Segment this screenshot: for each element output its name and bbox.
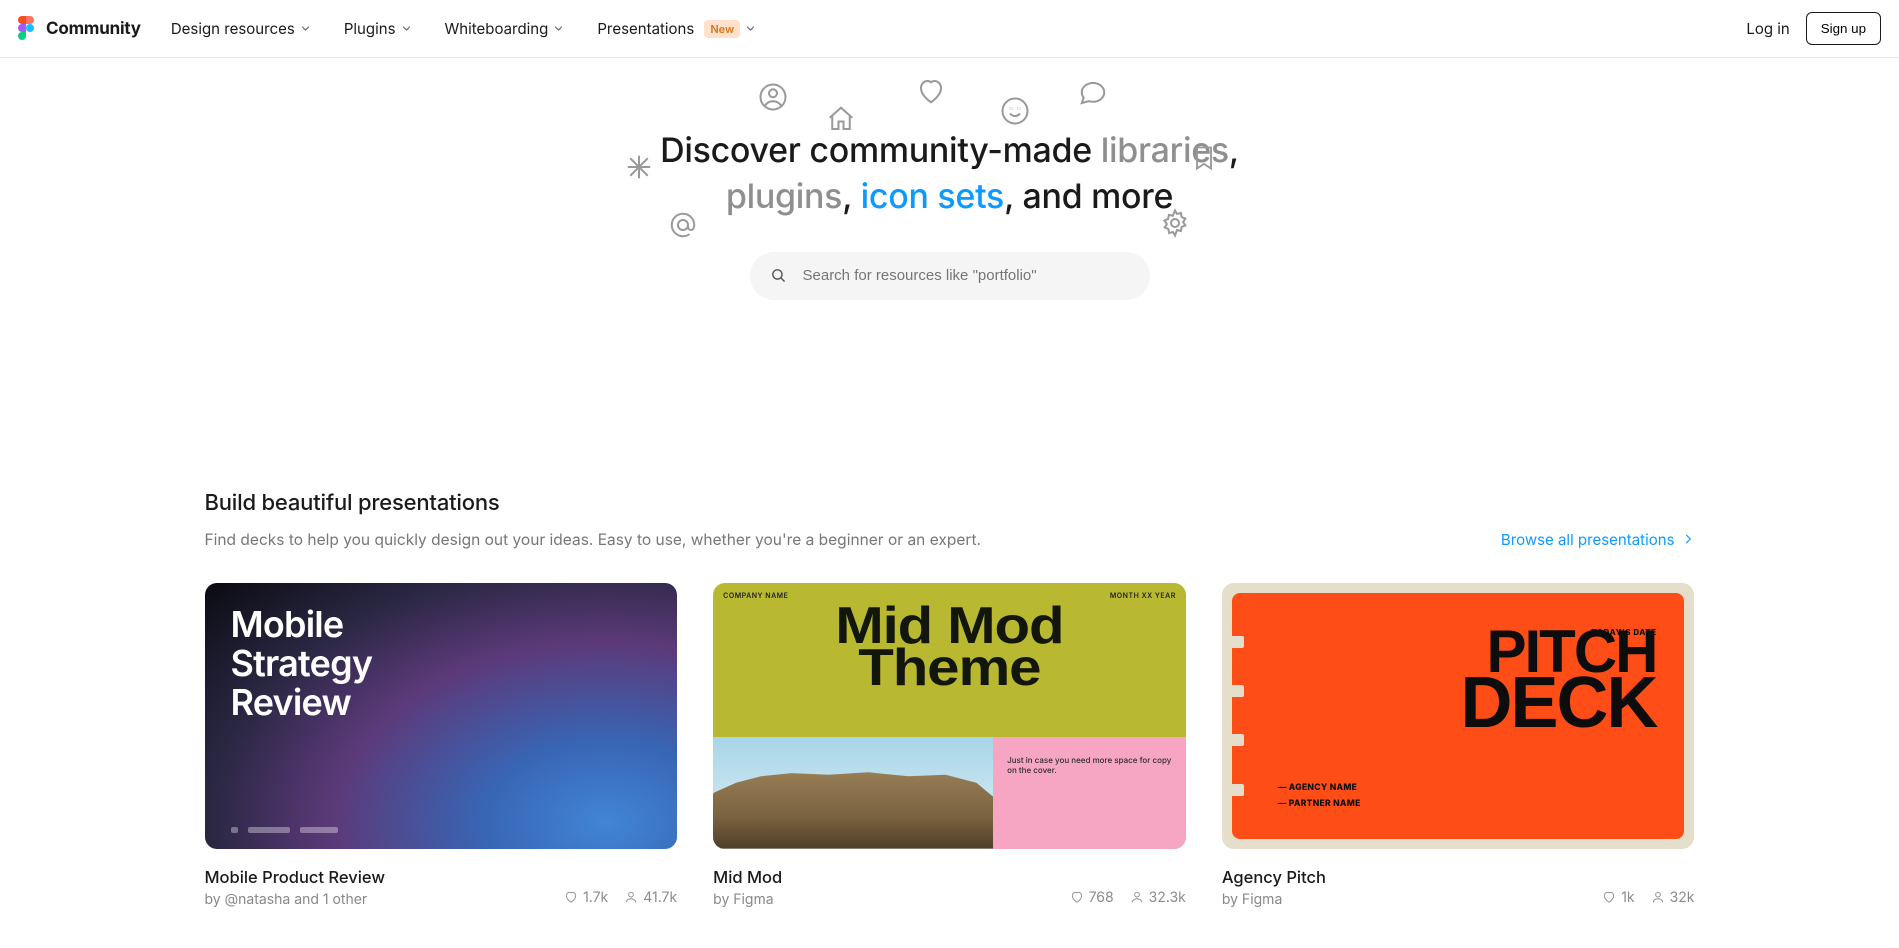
nav-label: Design resources xyxy=(171,19,295,38)
chevron-down-icon xyxy=(554,24,563,33)
chevron-down-icon xyxy=(301,24,310,33)
nav-label: Presentations xyxy=(597,19,694,38)
users-stat: 32k xyxy=(1651,889,1695,906)
nav-label: Plugins xyxy=(344,19,396,38)
likes-stat: 1k xyxy=(1602,889,1634,906)
users-count: 41.7k xyxy=(643,889,677,906)
likes-count: 768 xyxy=(1089,889,1114,906)
user-icon xyxy=(1130,890,1144,904)
hero-suffix: , and more xyxy=(1004,176,1173,217)
thumb-meta-list: AGENCY NAME PARTNER NAME xyxy=(1278,777,1361,809)
card-mobile-product-review: MobileStrategyReview Mobile Product Revi… xyxy=(205,583,678,908)
hero-word-plugins: plugins xyxy=(726,176,842,217)
nav-presentations[interactable]: Presentations New xyxy=(597,19,755,38)
hero-highlight: icon sets xyxy=(861,176,1004,217)
auth-area: Log in Sign up xyxy=(1746,12,1881,45)
user-icon xyxy=(1651,890,1665,904)
chevron-down-icon xyxy=(746,24,755,33)
likes-count: 1.7k xyxy=(583,889,608,906)
binder-holes-icon xyxy=(1228,593,1246,839)
browse-link-label: Browse all presentations xyxy=(1501,530,1675,549)
user-icon xyxy=(624,890,638,904)
card-author[interactable]: by Figma xyxy=(713,891,782,908)
hero-title: Discover community-made libraries, plugi… xyxy=(0,128,1899,220)
nav-whiteboarding[interactable]: Whiteboarding xyxy=(445,19,564,38)
card-thumb[interactable]: MobileStrategyReview xyxy=(205,583,678,849)
users-count: 32.3k xyxy=(1149,889,1186,906)
thumb-date-label: MONTH XX YEAR xyxy=(1110,591,1176,600)
primary-nav: Design resources Plugins Whiteboarding P… xyxy=(171,19,755,38)
card-title[interactable]: Mobile Product Review xyxy=(205,867,386,887)
heart-icon xyxy=(564,890,578,904)
hero-sep1: , xyxy=(1229,130,1239,171)
card-mid-mod: COMPANY NAME MONTH XX YEAR Mid ModTheme … xyxy=(713,583,1186,908)
heart-icon xyxy=(1602,890,1616,904)
card-title[interactable]: Agency Pitch xyxy=(1222,867,1326,887)
card-agency-pitch: TODAY'S DATE PITCHDECK AGENCY NAME PARTN… xyxy=(1222,583,1695,908)
nav-plugins[interactable]: Plugins xyxy=(344,19,411,38)
nav-label: Whiteboarding xyxy=(445,19,549,38)
thumb-title: PITCHDECK xyxy=(1278,627,1657,734)
presentations-section: Build beautiful presentations Find decks… xyxy=(185,490,1715,908)
likes-stat: 1.7k xyxy=(564,889,608,906)
hero-word-libraries: libraries xyxy=(1101,130,1229,171)
nav-design-resources[interactable]: Design resources xyxy=(171,19,310,38)
user-circle-icon xyxy=(758,82,788,112)
thumb-aside-text: Just in case you need more space for cop… xyxy=(1007,755,1172,776)
heart-icon xyxy=(916,76,946,106)
hero-prefix: Discover community-made xyxy=(660,130,1101,171)
search-bar[interactable] xyxy=(750,252,1150,300)
card-stats: 1.7k 41.7k xyxy=(564,889,677,908)
hero: Discover community-made libraries, plugi… xyxy=(0,58,1899,360)
thumb-partner-label: PARTNER NAME xyxy=(1278,799,1361,809)
browse-all-link[interactable]: Browse all presentations xyxy=(1501,530,1695,549)
card-author[interactable]: by Figma xyxy=(1222,891,1326,908)
logo[interactable]: Community xyxy=(18,16,141,42)
figma-logo-icon xyxy=(18,16,36,42)
card-author[interactable]: by @natasha and 1 other xyxy=(205,891,386,908)
card-thumb[interactable]: TODAY'S DATE PITCHDECK AGENCY NAME PARTN… xyxy=(1222,583,1695,849)
logo-text: Community xyxy=(46,19,141,39)
cards-grid: MobileStrategyReview Mobile Product Revi… xyxy=(205,583,1695,908)
thumb-title: Mid ModTheme xyxy=(713,605,1186,690)
login-link[interactable]: Log in xyxy=(1746,19,1789,38)
thumb-date-label: TODAY'S DATE xyxy=(1591,627,1656,637)
hero-sep2: , xyxy=(842,176,860,217)
card-title[interactable]: Mid Mod xyxy=(713,867,782,887)
card-thumb[interactable]: COMPANY NAME MONTH XX YEAR Mid ModTheme … xyxy=(713,583,1186,849)
header: Community Design resources Plugins White… xyxy=(0,0,1899,58)
thumb-aside: Just in case you need more space for cop… xyxy=(993,737,1186,849)
search-icon xyxy=(770,267,787,284)
new-badge: New xyxy=(704,20,740,38)
thumb-title: MobileStrategyReview xyxy=(231,605,373,722)
thumb-photo xyxy=(713,737,993,849)
thumb-footer-lines xyxy=(231,827,338,833)
likes-count: 1k xyxy=(1621,889,1634,906)
card-stats: 768 32.3k xyxy=(1070,889,1186,908)
chevron-down-icon xyxy=(402,24,411,33)
heart-icon xyxy=(1070,890,1084,904)
thumb-company-label: COMPANY NAME xyxy=(723,591,788,600)
card-stats: 1k 32k xyxy=(1602,889,1694,908)
users-count: 32k xyxy=(1670,889,1695,906)
users-stat: 32.3k xyxy=(1130,889,1186,906)
search-input[interactable] xyxy=(801,266,1130,285)
chat-icon xyxy=(1078,78,1108,108)
section-title: Build beautiful presentations xyxy=(205,490,1695,516)
likes-stat: 768 xyxy=(1070,889,1114,906)
users-stat: 41.7k xyxy=(624,889,677,906)
signup-button[interactable]: Sign up xyxy=(1806,12,1881,45)
section-head: Build beautiful presentations Find decks… xyxy=(205,490,1695,549)
section-subtitle: Find decks to help you quickly design ou… xyxy=(205,530,982,549)
smile-icon xyxy=(1000,96,1030,126)
thumb-agency-label: AGENCY NAME xyxy=(1278,783,1361,793)
